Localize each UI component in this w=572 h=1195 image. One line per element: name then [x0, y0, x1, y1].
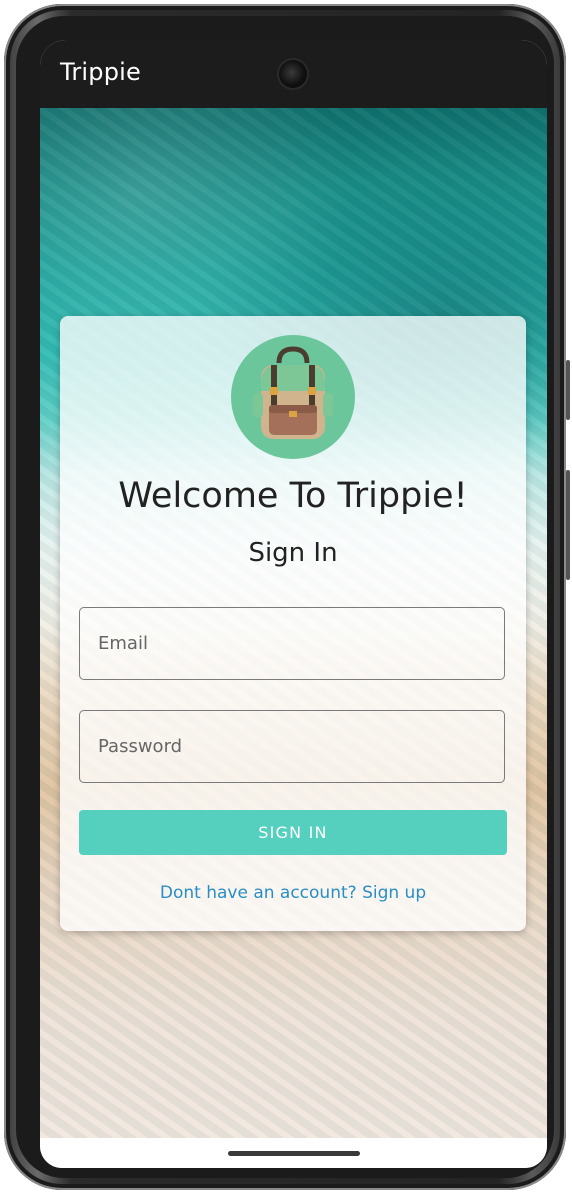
screen: Trippie Welcome To Trippie! Sign In Emai… — [40, 40, 547, 1168]
power-button — [566, 470, 570, 580]
front-camera — [279, 60, 307, 88]
password-field[interactable] — [79, 710, 505, 783]
email-field[interactable] — [79, 607, 505, 680]
volume-button — [566, 360, 570, 420]
home-indicator[interactable] — [228, 1151, 360, 1156]
password-input[interactable] — [80, 711, 504, 782]
email-input[interactable] — [80, 608, 504, 679]
sign-in-button[interactable]: SIGN IN — [79, 810, 507, 855]
sign-in-heading: Sign In — [248, 538, 338, 568]
app-bar: Trippie — [40, 40, 547, 108]
sign-up-link[interactable]: Dont have an account? Sign up — [60, 883, 526, 903]
welcome-title: Welcome To Trippie! — [118, 476, 468, 516]
backpack-icon-graphic — [253, 346, 333, 439]
sign-in-card: Welcome To Trippie! Sign In SIGN IN Dont… — [60, 316, 526, 931]
app-title: Trippie — [60, 58, 141, 86]
backpack-icon — [231, 335, 355, 459]
